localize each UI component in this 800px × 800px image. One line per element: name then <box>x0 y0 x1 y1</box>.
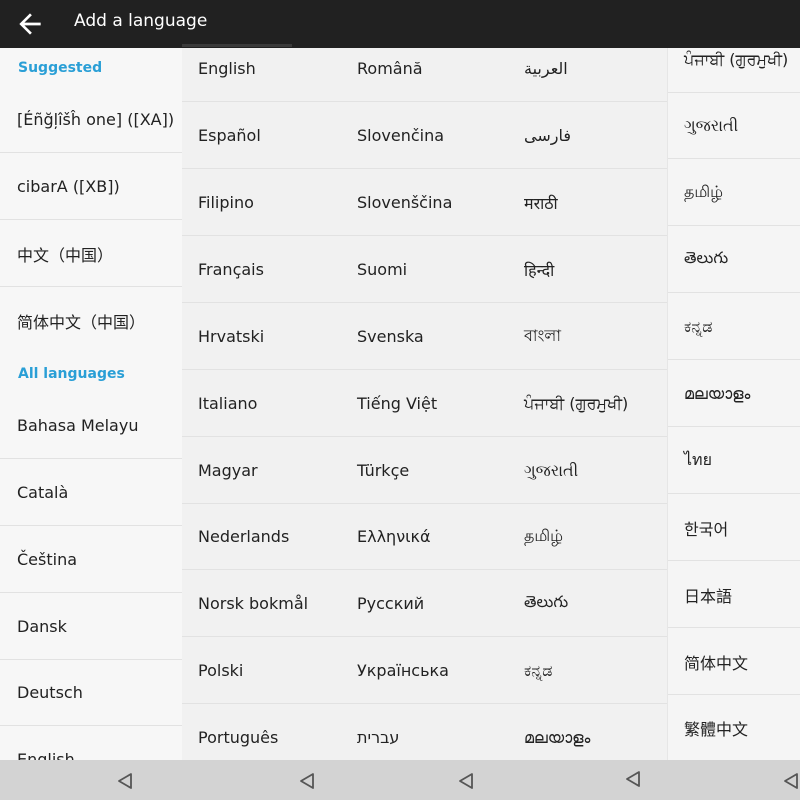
list-item[interactable]: 简体中文（中国） <box>0 288 182 354</box>
list-item[interactable]: తెలుగు <box>668 227 800 293</box>
triangle-back-icon[interactable] <box>116 772 134 790</box>
list-item[interactable]: हिन्दी <box>510 237 667 303</box>
page-title: Add a language <box>74 11 208 31</box>
list-item[interactable]: Dansk <box>0 594 182 660</box>
arrow-left-icon[interactable] <box>14 8 46 40</box>
app-bar: Add a language <box>0 0 800 48</box>
list-item[interactable]: ਪੰਜਾਬੀ (ਗੁਰਮੁਖੀ) <box>668 48 800 93</box>
triangle-back-icon[interactable] <box>457 772 475 790</box>
triangle-back-icon[interactable] <box>782 772 800 790</box>
list-item[interactable]: Norsk bokmål <box>182 571 342 637</box>
list-item[interactable]: Čeština <box>0 527 182 593</box>
list-item[interactable]: Suomi <box>342 237 510 303</box>
list-item[interactable]: தமிழ் <box>510 504 667 570</box>
list-item[interactable]: cibarA ([XB]) <box>0 154 182 220</box>
list-item[interactable]: [Éñğļîšĥ one] ([XA]) <box>0 87 182 153</box>
list-item[interactable]: Català <box>0 460 182 526</box>
language-panel-4[interactable]: العربية فارسی मराठी हिन्दी বাংলা ਪੰਜਾਬੀ … <box>510 48 667 760</box>
language-panel-5[interactable]: ਪੰਜਾਬੀ (ਗੁਰਮੁਖੀ) ગુજરાતી தமிழ் తెలుగు ಕನ… <box>667 48 800 760</box>
list-item[interactable]: தமிழ் <box>668 160 800 226</box>
list-item[interactable]: 简体中文 <box>668 629 800 695</box>
list-item[interactable]: العربية <box>510 48 667 102</box>
list-item[interactable]: עברית <box>342 705 510 760</box>
suggested-header: Suggested <box>18 60 103 76</box>
list-item[interactable]: Slovenčina <box>342 103 510 169</box>
list-item[interactable]: Türkçe <box>342 438 510 504</box>
all-languages-header: All languages <box>18 366 125 382</box>
list-item[interactable]: తెలుగు <box>510 571 667 637</box>
list-item[interactable]: Slovenščina <box>342 170 510 236</box>
tab-indicator <box>182 44 292 47</box>
list-item[interactable]: 繁體中文 <box>668 695 800 760</box>
triangle-back-icon[interactable] <box>298 772 316 790</box>
list-item[interactable]: 日本語 <box>668 562 800 628</box>
list-item[interactable]: Magyar <box>182 438 342 504</box>
list-item[interactable]: Українська <box>342 638 510 704</box>
list-item[interactable]: Español <box>182 103 342 169</box>
list-item[interactable]: ਪੰਜਾਬੀ (ਗੁਰਮੁਖੀ) <box>510 371 667 437</box>
list-item[interactable]: Polski <box>182 638 342 704</box>
list-item[interactable]: Français <box>182 237 342 303</box>
list-item[interactable]: ગુજરાતી <box>668 93 800 159</box>
list-item[interactable]: Svenska <box>342 304 510 370</box>
list-item[interactable]: Bahasa Melayu <box>0 393 182 459</box>
list-item[interactable]: Hrvatski <box>182 304 342 370</box>
list-item[interactable]: മലയാളം <box>668 361 800 427</box>
list-item[interactable]: Română <box>342 48 510 102</box>
list-item[interactable]: Filipino <box>182 170 342 236</box>
language-panel-1[interactable]: Suggested [Éñğļîšĥ one] ([XA]) cibarA ([… <box>0 48 182 760</box>
list-item[interactable]: ಕನ್ನಡ <box>668 294 800 360</box>
list-item[interactable]: Ελληνικά <box>342 504 510 570</box>
list-item[interactable]: Deutsch <box>0 660 182 726</box>
list-item[interactable]: English <box>0 727 182 760</box>
list-item[interactable]: ไทย <box>668 428 800 494</box>
navigation-bar <box>0 760 800 800</box>
list-item[interactable]: Tiếng Việt <box>342 371 510 437</box>
list-item[interactable]: മലയാളം <box>510 705 667 760</box>
list-item[interactable]: ಕನ್ನಡ <box>510 638 667 704</box>
list-item[interactable]: Português <box>182 705 342 760</box>
list-item[interactable]: বাংলা <box>510 304 667 370</box>
language-panel-2[interactable]: English Español Filipino Français Hrvats… <box>182 48 342 760</box>
list-item[interactable]: Русский <box>342 571 510 637</box>
list-item[interactable]: मराठी <box>510 170 667 236</box>
list-item[interactable]: ગુજરાતી <box>510 438 667 504</box>
list-item[interactable]: Italiano <box>182 371 342 437</box>
language-panel-3[interactable]: Română Slovenčina Slovenščina Suomi Sven… <box>342 48 510 760</box>
list-item[interactable]: Nederlands <box>182 504 342 570</box>
triangle-back-icon[interactable] <box>624 770 642 788</box>
list-item[interactable]: فارسی <box>510 103 667 169</box>
list-item[interactable]: 한국어 <box>668 495 800 561</box>
list-item[interactable]: English <box>182 48 342 102</box>
list-item[interactable]: 中文（中国） <box>0 221 182 287</box>
